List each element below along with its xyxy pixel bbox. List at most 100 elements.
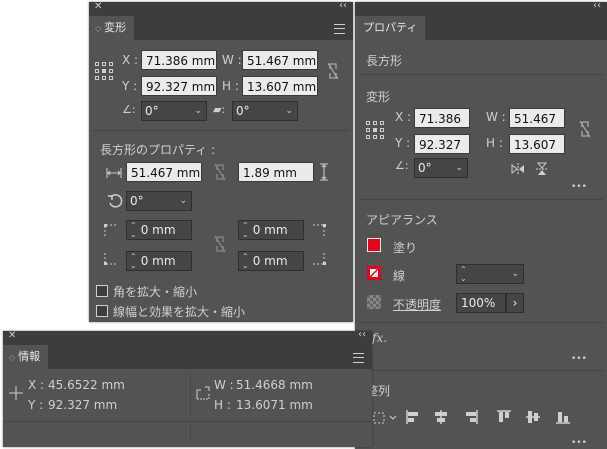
align-horizontal-center-icon[interactable] (433, 409, 449, 428)
x-input[interactable]: 71.386 mm (141, 50, 217, 70)
fx-icon[interactable]: fx. (372, 331, 387, 345)
close-icon[interactable]: ✕ (94, 1, 102, 12)
shear-icon: ▰: (213, 103, 226, 116)
tab-properties[interactable]: プロパティ (355, 16, 426, 40)
corner-tr-input[interactable]: ⌃ ⌄ 0 mm (238, 220, 304, 240)
rect-height-input[interactable]: 1.89 mm (238, 162, 314, 182)
corner-bl-value: 0 mm (140, 254, 176, 268)
w-label: W : (486, 110, 506, 124)
dimensions-icon (196, 386, 210, 403)
panel-menu-icon[interactable] (353, 353, 364, 363)
tab-transform-label: 変形 (104, 21, 127, 34)
opacity-input[interactable]: 100% (456, 293, 506, 313)
corner-br-input[interactable]: ⌃ ⌄ 0 mm (238, 251, 304, 271)
align-bottom-icon[interactable] (555, 409, 571, 428)
stepper-icon[interactable]: ⌃ ⌄ (242, 221, 249, 239)
fill-label: 塗り (393, 241, 418, 255)
rotate-ccw-icon (107, 193, 123, 212)
stroke-color-swatch[interactable] (367, 266, 381, 280)
close-icon[interactable]: ✕ (8, 330, 16, 341)
rotate-dropdown[interactable]: 0° ⌄ (414, 158, 468, 178)
grip-icon: ◇ (95, 24, 102, 33)
y-value: 92.327 mm (48, 398, 118, 412)
rotate-icon: ∠: (122, 103, 136, 116)
reference-point-icon[interactable] (95, 62, 113, 80)
collapse-icon[interactable]: ‹‹ (593, 0, 601, 11)
x-label: X : (122, 53, 139, 67)
align-left-icon[interactable] (405, 409, 421, 428)
opacity-label[interactable]: 不透明度 (393, 296, 441, 313)
more-options-icon[interactable]: ••• (571, 354, 587, 364)
rotate-value: 0° (145, 104, 159, 118)
align-top-icon[interactable] (496, 409, 512, 428)
chevron-down-icon: ⌄ (194, 106, 202, 116)
stepper-icon[interactable]: ⌃ ⌄ (130, 221, 137, 239)
opacity-checker-icon (367, 295, 381, 309)
height-icon (319, 163, 329, 184)
properties-panel-topbar: ‹‹ (355, 0, 607, 14)
scale-corners-label: 角を拡大・縮小 (113, 285, 198, 299)
rect-rotate-dropdown[interactable]: 0° ⌄ (126, 191, 192, 211)
align-right-icon[interactable] (463, 409, 479, 428)
h-label: H : (214, 398, 231, 412)
stepper-icon[interactable]: ⌃ ⌄ (460, 265, 467, 283)
width-icon (106, 167, 122, 181)
h-label: H : (222, 79, 239, 93)
align-vertical-center-icon[interactable] (525, 409, 541, 428)
panel-menu-icon[interactable] (334, 24, 345, 34)
more-options-icon[interactable]: ••• (571, 438, 587, 448)
corner-br-icon (311, 253, 327, 270)
transform-panel-topbar: ✕ ‹‹ (89, 0, 353, 14)
constrain-proportions-icon[interactable] (579, 120, 591, 138)
h-input[interactable]: 13.607 (509, 134, 565, 154)
rotate-value: 0° (418, 161, 432, 175)
x-value: 45.6522 mm (48, 378, 125, 392)
constrain-proportions-icon[interactable] (214, 163, 226, 181)
h-input[interactable]: 13.607 mm (242, 76, 318, 96)
reference-point-icon[interactable] (366, 121, 384, 139)
flip-horizontal-icon[interactable] (511, 163, 525, 178)
collapse-icon[interactable]: ‹‹ (339, 0, 347, 11)
w-input[interactable]: 51.467 (509, 108, 565, 128)
fill-color-swatch[interactable] (367, 238, 381, 252)
stroke-weight-dropdown[interactable]: ⌃ ⌄ ⌄ (456, 264, 524, 284)
stepper-icon[interactable]: ⌃ ⌄ (130, 252, 137, 270)
w-value: 51.4668 mm (236, 378, 313, 392)
scale-strokes-label: 線幅と効果を拡大・縮小 (113, 305, 246, 319)
h-label: H : (486, 136, 503, 150)
collapse-icon[interactable]: ‹‹ (358, 329, 366, 340)
more-options-icon[interactable]: ••• (571, 182, 587, 192)
w-input[interactable]: 51.467 mm (242, 50, 318, 70)
rect-width-input[interactable]: 51.467 mm (126, 162, 202, 182)
shear-dropdown[interactable]: 0° ⌄ (232, 101, 298, 121)
constrain-corners-icon[interactable] (214, 235, 226, 253)
info-panel-topbar: ✕ ‹‹ (3, 329, 372, 343)
rect-properties-title: 長方形のプロパティ : (100, 143, 216, 157)
transform-panel: ✕ ‹‹ ◇ 変形 X : 71.386 mm W : 51.467 mm Y :… (89, 0, 353, 322)
corner-br-value: 0 mm (252, 254, 288, 268)
corner-tl-input[interactable]: ⌃ ⌄ 0 mm (126, 220, 192, 240)
corner-bl-input[interactable]: ⌃ ⌄ 0 mm (126, 251, 192, 271)
align-to-dropdown-icon[interactable] (372, 410, 398, 429)
stepper-icon[interactable]: ⌃ ⌄ (242, 252, 249, 270)
x-input[interactable]: 71.386 (414, 108, 470, 128)
y-label: Y : (395, 136, 411, 150)
rotate-dropdown[interactable]: 0° ⌄ (141, 101, 207, 121)
constrain-proportions-icon[interactable] (327, 62, 339, 80)
chevron-down-icon: ⌄ (179, 196, 187, 206)
chevron-down-icon: ⌄ (455, 163, 463, 173)
info-panel: ✕ ‹‹ ◇ 情報 X : 45.6522 mm Y : 92.327 mm W … (3, 329, 372, 447)
transform-tab-row: ◇ 変形 (89, 14, 353, 40)
flip-vertical-icon[interactable] (536, 162, 548, 179)
scale-strokes-checkbox[interactable] (96, 305, 108, 317)
scale-corners-checkbox[interactable] (96, 285, 108, 297)
tab-transform[interactable]: ◇ 変形 (89, 16, 135, 40)
corner-tl-icon (104, 222, 120, 239)
transform-section-title: 変形 (366, 90, 391, 104)
tab-info[interactable]: ◇ 情報 (3, 345, 49, 369)
opacity-arrow-button[interactable]: › (506, 293, 524, 313)
y-input[interactable]: 92.327 mm (141, 76, 217, 96)
rotate-icon: ∠: (395, 159, 409, 172)
y-input[interactable]: 92.327 (414, 134, 470, 154)
object-type-label: 長方形 (366, 54, 403, 68)
